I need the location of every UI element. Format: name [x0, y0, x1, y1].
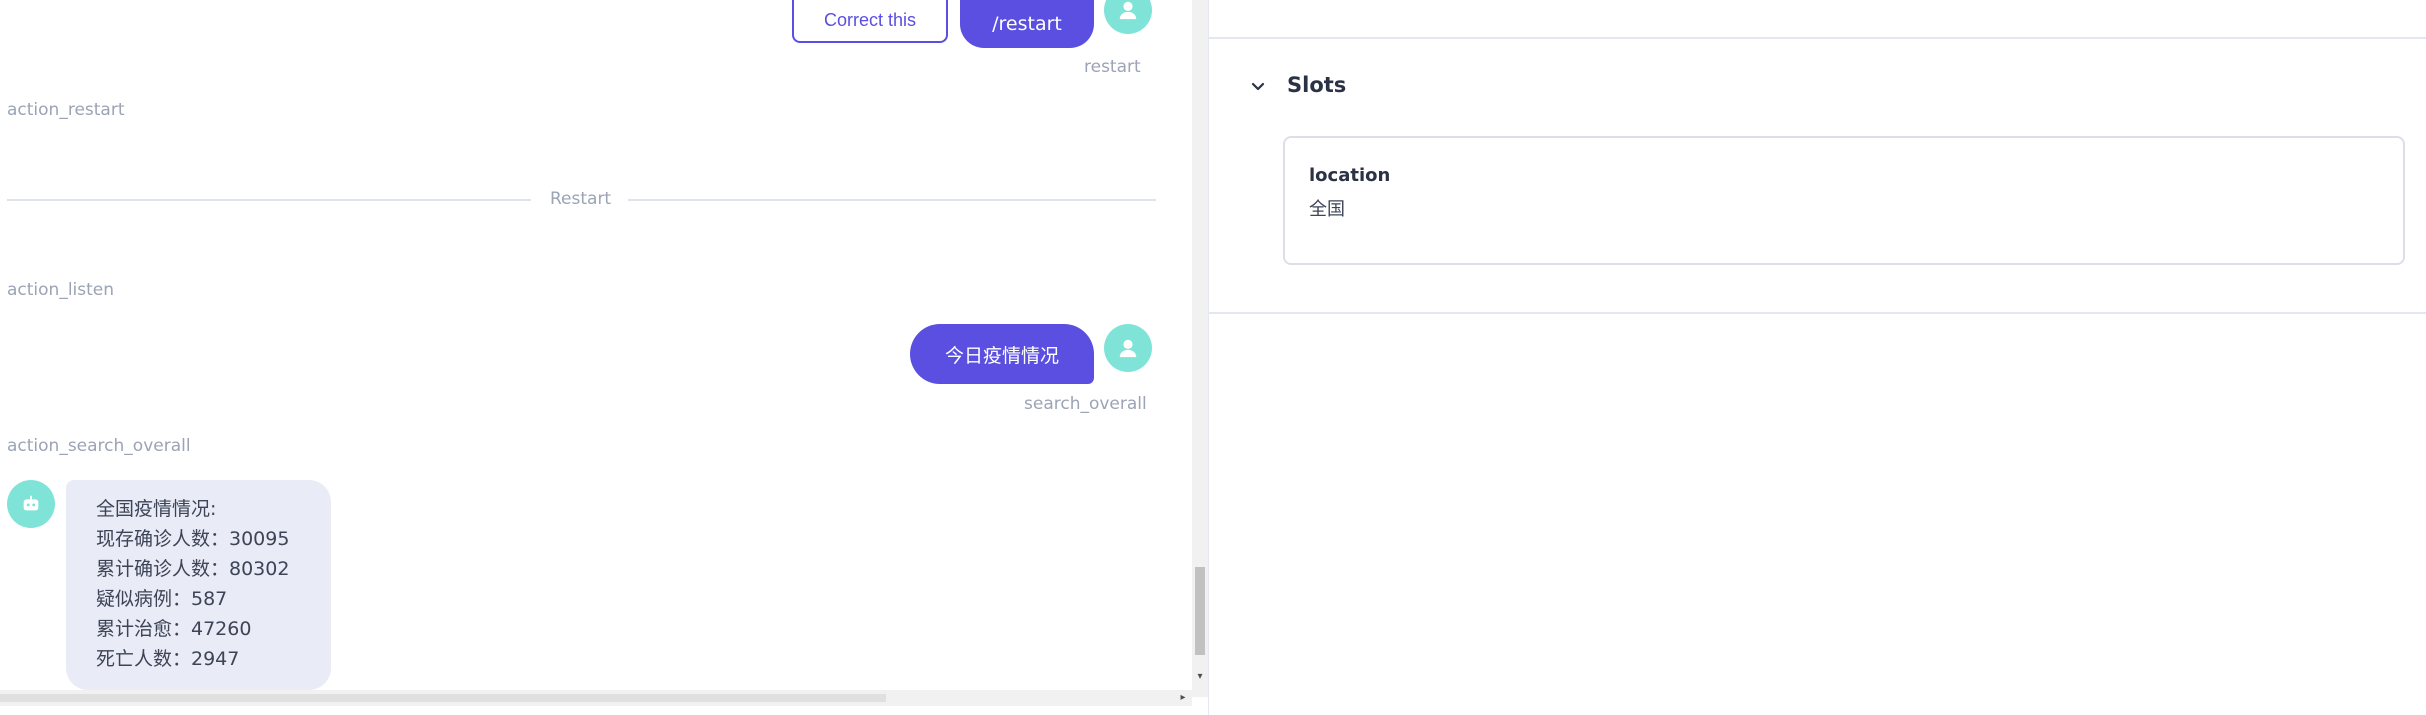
panel-divider-bottom — [1209, 312, 2426, 314]
divider-left — [7, 199, 531, 201]
bot-line: 累计治愈：47260 — [96, 618, 252, 640]
action-label-restart: action_restart — [7, 100, 125, 120]
divider-label: Restart — [550, 189, 612, 209]
horizontal-scrollbar[interactable]: ▸ — [0, 690, 1192, 706]
correct-this-button[interactable]: Correct this — [792, 0, 948, 43]
bot-avatar — [7, 480, 55, 528]
vertical-scrollbar[interactable]: ▾ — [1192, 0, 1208, 697]
user-avatar — [1104, 0, 1152, 34]
intent-label-search: search_overall — [1024, 394, 1147, 414]
conversation-panel: Correct this /restart restart action_res… — [0, 0, 1208, 715]
bot-line: 现存确诊人数：30095 — [96, 528, 290, 550]
user-icon — [1119, 1, 1137, 20]
vertical-scroll-thumb[interactable] — [1195, 567, 1205, 655]
chevron-down-icon[interactable] — [1249, 78, 1267, 96]
slot-name: location — [1309, 165, 1391, 186]
bot-line: 疑似病例：587 — [96, 588, 228, 610]
slot-card-location: location 全国 — [1283, 136, 2405, 265]
robot-icon — [23, 495, 39, 511]
user-message-restart: /restart — [960, 0, 1094, 48]
horizontal-scroll-thumb[interactable] — [0, 694, 886, 702]
bot-line: 死亡人数：2947 — [96, 648, 240, 670]
user-avatar — [1104, 324, 1152, 372]
action-label-search: action_search_overall — [7, 436, 191, 456]
action-label-listen: action_listen — [7, 280, 115, 300]
scroll-right-arrow-icon[interactable]: ▸ — [1178, 693, 1188, 703]
scroll-down-arrow-icon[interactable]: ▾ — [1195, 672, 1205, 682]
panel-divider-top — [1209, 37, 2426, 39]
bot-line: 累计确诊人数：80302 — [96, 558, 290, 580]
user-icon — [1119, 339, 1137, 358]
slot-value: 全国 — [1309, 199, 1345, 220]
bot-line: 全国疫情情况: — [96, 498, 217, 520]
slots-panel: Slots location 全国 — [1208, 0, 2426, 715]
divider-right — [628, 199, 1156, 201]
bot-message: 全国疫情情况: 现存确诊人数：30095 累计确诊人数：80302 疑似病例：5… — [66, 480, 331, 690]
app-root: Correct this /restart restart action_res… — [0, 0, 2426, 715]
intent-label-restart: restart — [1084, 57, 1141, 77]
user-message-today: 今日疫情情况 — [910, 324, 1094, 384]
slots-section-title[interactable]: Slots — [1287, 73, 1346, 97]
